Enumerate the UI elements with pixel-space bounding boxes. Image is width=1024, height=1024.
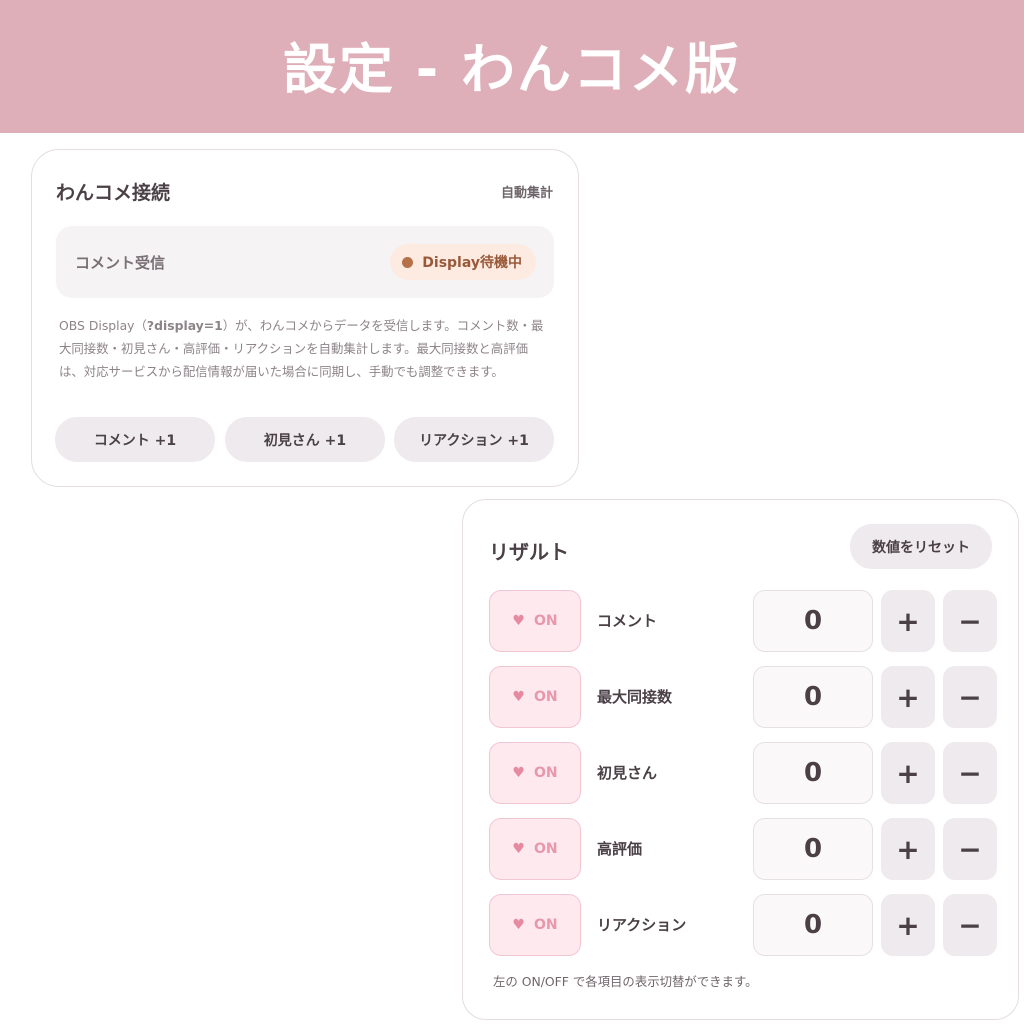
max-viewers-plus-button[interactable]: + [881, 666, 935, 728]
reactions-minus-button[interactable]: − [943, 894, 997, 956]
page-title: 設定 - わんコメ版 [282, 38, 741, 101]
heart-icon: ♥ [512, 613, 525, 629]
row-label: 初見さん [597, 764, 658, 782]
heart-icon: ♥ [512, 765, 525, 781]
result-title: リザルト [489, 540, 569, 564]
likes-value[interactable]: 0 [753, 818, 873, 880]
result-card: リザルト 数値をリセット ♥ ON コメント 0 + − ♥ ON 最大同接数 … [462, 499, 1019, 1020]
comment-receive-panel: コメント受信 Display待機中 [56, 226, 554, 298]
display-status-badge: Display待機中 [390, 244, 536, 280]
toggle-label: ON [533, 613, 558, 629]
first-timers-toggle[interactable]: ♥ ON [489, 742, 581, 804]
toggle-label: ON [533, 765, 558, 781]
result-note: 左の ON/OFF で各項目の表示切替ができます。 [493, 974, 758, 989]
auto-count-label: 自動集計 [500, 186, 553, 201]
comment-toggle[interactable]: ♥ ON [489, 590, 581, 652]
comment-increment-button[interactable]: コメント +1 [55, 417, 215, 462]
first-timers-minus-button[interactable]: − [943, 742, 997, 804]
reset-values-button[interactable]: 数値をリセット [850, 524, 992, 569]
reactions-plus-button[interactable]: + [881, 894, 935, 956]
max-viewers-toggle[interactable]: ♥ ON [489, 666, 581, 728]
toggle-label: ON [533, 689, 558, 705]
first-timers-plus-button[interactable]: + [881, 742, 935, 804]
row-label: 高評価 [597, 840, 643, 858]
result-row-likes: ♥ ON 高評価 0 + − [463, 818, 1018, 882]
connection-description: OBS Display（?display=1）が、わんコメからデータを受信します… [59, 314, 551, 383]
comment-plus-button[interactable]: + [881, 590, 935, 652]
likes-minus-button[interactable]: − [943, 818, 997, 880]
row-label: 最大同接数 [597, 688, 673, 706]
reactions-value[interactable]: 0 [753, 894, 873, 956]
display-status-text: Display待機中 [422, 255, 522, 271]
result-row-first-timers: ♥ ON 初見さん 0 + − [463, 742, 1018, 806]
status-dot-icon [402, 256, 414, 268]
comment-value[interactable]: 0 [753, 590, 873, 652]
connection-card: わんコメ接続 自動集計 コメント受信 Display待機中 OBS Displa… [31, 149, 579, 487]
result-row-max-viewers: ♥ ON 最大同接数 0 + − [463, 666, 1018, 730]
comment-minus-button[interactable]: − [943, 590, 997, 652]
description-prefix: OBS Display（ [59, 318, 147, 333]
row-label: コメント [597, 612, 658, 630]
page-banner: 設定 - わんコメ版 [0, 0, 1024, 133]
reaction-increment-button[interactable]: リアクション +1 [394, 417, 554, 462]
heart-icon: ♥ [512, 917, 525, 933]
comment-receive-label: コメント受信 [75, 254, 166, 272]
max-viewers-minus-button[interactable]: − [943, 666, 997, 728]
connection-title: わんコメ接続 [56, 182, 171, 204]
row-label: リアクション [597, 916, 687, 934]
description-code: ?display=1 [146, 318, 223, 333]
first-timers-value[interactable]: 0 [753, 742, 873, 804]
heart-icon: ♥ [512, 841, 525, 857]
max-viewers-value[interactable]: 0 [753, 666, 873, 728]
likes-plus-button[interactable]: + [881, 818, 935, 880]
first-timer-increment-button[interactable]: 初見さん +1 [225, 417, 385, 462]
toggle-label: ON [533, 841, 558, 857]
reactions-toggle[interactable]: ♥ ON [489, 894, 581, 956]
result-row-reactions: ♥ ON リアクション 0 + − [463, 894, 1018, 958]
result-row-comment: ♥ ON コメント 0 + − [463, 590, 1018, 654]
toggle-label: ON [533, 917, 558, 933]
likes-toggle[interactable]: ♥ ON [489, 818, 581, 880]
heart-icon: ♥ [512, 689, 525, 705]
